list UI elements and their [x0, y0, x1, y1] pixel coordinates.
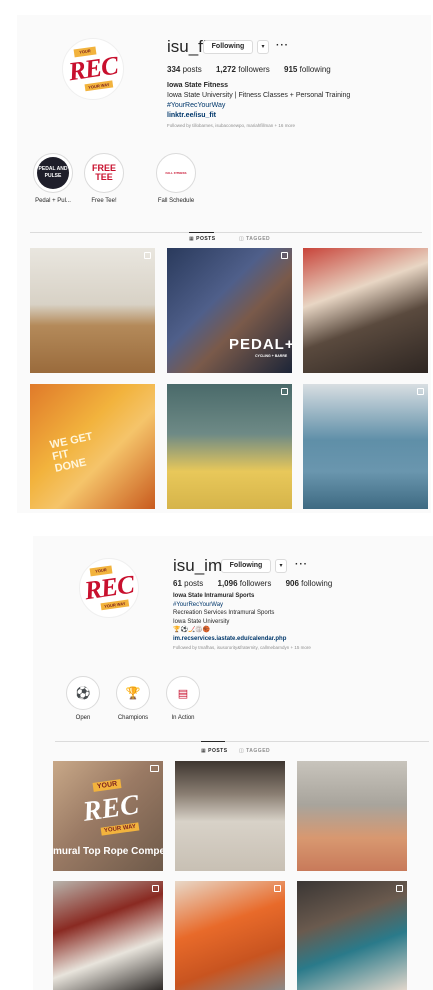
- soccer-ball-icon: ⚽: [75, 686, 91, 700]
- tabs-active-indicator: [201, 741, 225, 742]
- following-stat[interactable]: 915 following: [284, 65, 331, 74]
- display-name: Iowa State Fitness: [167, 82, 229, 89]
- profile-bio: Iowa State Intramural Sports #YourRecYou…: [173, 592, 311, 652]
- tab-posts[interactable]: ▦ POSTS: [189, 236, 216, 242]
- highlight-cover: PEDAL AND PULSE: [37, 157, 69, 189]
- video-icon: [150, 765, 159, 772]
- pedal-overlay-text: PEDAL+: [229, 336, 292, 353]
- hashtag-link[interactable]: #YourRecYourWay: [167, 101, 350, 111]
- highlight-free-tee[interactable]: FREE TEE Free Tee!: [76, 153, 132, 204]
- tabs-divider: [55, 741, 429, 742]
- post-thumbnail[interactable]: [297, 881, 407, 990]
- carousel-icon: [281, 252, 288, 259]
- following-button[interactable]: Following: [221, 559, 271, 573]
- scoreboard-icon: ▤: [177, 687, 189, 700]
- caption-overlay: mural Top Rope Compet: [53, 846, 163, 857]
- carousel-icon: [417, 388, 424, 395]
- post-thumbnail[interactable]: WE GET FIT DONE: [30, 384, 155, 509]
- bio-emojis: 🏆⚽🏒🏐🏀: [173, 627, 211, 633]
- post-thumbnail[interactable]: [297, 761, 407, 871]
- highlight-label: Pedal + Pul...: [35, 198, 71, 204]
- followers-stat[interactable]: 1,096 followers: [218, 579, 272, 588]
- post-thumbnail[interactable]: [30, 248, 155, 373]
- bio-line: Iowa State University | Fitness Classes …: [167, 92, 351, 99]
- tab-tagged[interactable]: ◫ TAGGED: [239, 748, 270, 754]
- carousel-icon: [281, 388, 288, 395]
- chevron-down-icon[interactable]: ▾: [275, 559, 287, 573]
- trophy-icon: 🏆: [125, 686, 141, 700]
- followed-by-text[interactable]: Followed by tmafhas, isusorority&fratern…: [173, 643, 311, 652]
- profile-avatar[interactable]: YOUR REC YOUR WAY: [62, 38, 124, 100]
- post-thumbnail[interactable]: PEDAL+ CYCLING + BARRE: [167, 248, 292, 373]
- highlight-cover: FREE TEE: [88, 157, 120, 189]
- tag-icon: ◫: [239, 236, 245, 242]
- more-options-icon[interactable]: ···: [276, 40, 289, 51]
- chevron-down-icon[interactable]: ▾: [257, 40, 269, 54]
- highlight-label: Open: [75, 715, 91, 721]
- highlight-open[interactable]: ⚽ Open: [59, 676, 107, 721]
- tab-posts-label: POSTS: [208, 748, 228, 754]
- post-thumbnail[interactable]: [175, 761, 285, 871]
- posts-stat: 334 posts: [167, 65, 202, 74]
- profile-isu-fit: YOUR REC YOUR WAY isu_fit Following ▾ ··…: [17, 15, 431, 513]
- post-thumbnail[interactable]: [175, 881, 285, 990]
- highlight-pedal[interactable]: PEDAL AND PULSE Pedal + Pul...: [25, 153, 81, 204]
- posts-stat: 61 posts: [173, 579, 204, 588]
- grid-icon: ▦: [201, 748, 207, 754]
- highlight-cover: FALL FITNESS: [160, 157, 192, 189]
- carousel-icon: [274, 885, 281, 892]
- bio-line: Iowa State University: [173, 618, 230, 625]
- shirt-text: WE GET FIT DONE: [48, 430, 94, 475]
- display-name: Iowa State Intramural Sports: [173, 593, 255, 599]
- rec-overlay-top: YOUR: [92, 779, 122, 792]
- post-thumbnail[interactable]: YOUR REC YOUR WAY mural Top Rope Compet: [53, 761, 163, 871]
- tabs-active-indicator: [189, 232, 214, 233]
- tab-posts-label: POSTS: [196, 236, 216, 242]
- carousel-icon: [396, 885, 403, 892]
- profile-stats: 61 posts 1,096 followers 906 following: [173, 579, 344, 588]
- following-button[interactable]: Following: [203, 40, 253, 54]
- profile-bio: Iowa State Fitness Iowa State University…: [167, 81, 350, 130]
- tab-tagged[interactable]: ◫ TAGGED: [239, 236, 270, 242]
- followers-stat[interactable]: 1,272 followers: [216, 65, 270, 74]
- followed-by-text[interactable]: Followed by tillobarnes, isubaconewpo, m…: [167, 121, 350, 130]
- tab-tagged-label: TAGGED: [246, 236, 271, 242]
- highlight-champions[interactable]: 🏆 Champions: [109, 676, 157, 721]
- website-link[interactable]: linktr.ee/isu_fit: [167, 111, 350, 121]
- pedal-subtext: CYCLING + BARRE: [255, 354, 288, 358]
- highlight-label: Champions: [117, 715, 149, 721]
- carousel-icon: [144, 252, 151, 259]
- grid-icon: ▦: [189, 236, 195, 242]
- bio-line: Recreation Services Intramural Sports: [173, 610, 275, 616]
- highlight-in-action[interactable]: ▤ In Action: [159, 676, 207, 721]
- post-thumbnail[interactable]: [167, 384, 292, 509]
- tabs-divider: [30, 232, 422, 233]
- tab-posts[interactable]: ▦ POSTS: [201, 748, 228, 754]
- rec-logo: YOUR REC YOUR WAY: [83, 565, 135, 611]
- username: isu_im: [173, 556, 223, 575]
- more-options-icon[interactable]: ···: [295, 559, 308, 570]
- following-stat[interactable]: 906 following: [286, 579, 333, 588]
- profile-isu-im: YOUR REC YOUR WAY isu_im Following ▾ ···…: [33, 536, 433, 990]
- tab-tagged-label: TAGGED: [246, 748, 271, 754]
- highlight-fall-schedule[interactable]: FALL FITNESS Fall Schedule: [148, 153, 204, 204]
- highlight-label: Fall Schedule: [157, 198, 195, 204]
- post-thumbnail[interactable]: [53, 881, 163, 990]
- post-thumbnail[interactable]: [303, 384, 428, 509]
- highlight-label: Free Tee!: [91, 198, 117, 204]
- website-link[interactable]: im.recservices.iastate.edu/calendar.php: [173, 635, 311, 644]
- tag-icon: ◫: [239, 748, 245, 754]
- highlight-label: In Action: [171, 715, 195, 721]
- rec-logo: YOUR REC YOUR WAY: [67, 46, 119, 92]
- carousel-icon: [152, 885, 159, 892]
- profile-stats: 334 posts 1,272 followers 915 following: [167, 65, 343, 74]
- post-thumbnail[interactable]: [303, 248, 428, 373]
- hashtag-link[interactable]: #YourRecYourWay: [173, 601, 311, 610]
- profile-avatar[interactable]: YOUR REC YOUR WAY: [79, 558, 139, 618]
